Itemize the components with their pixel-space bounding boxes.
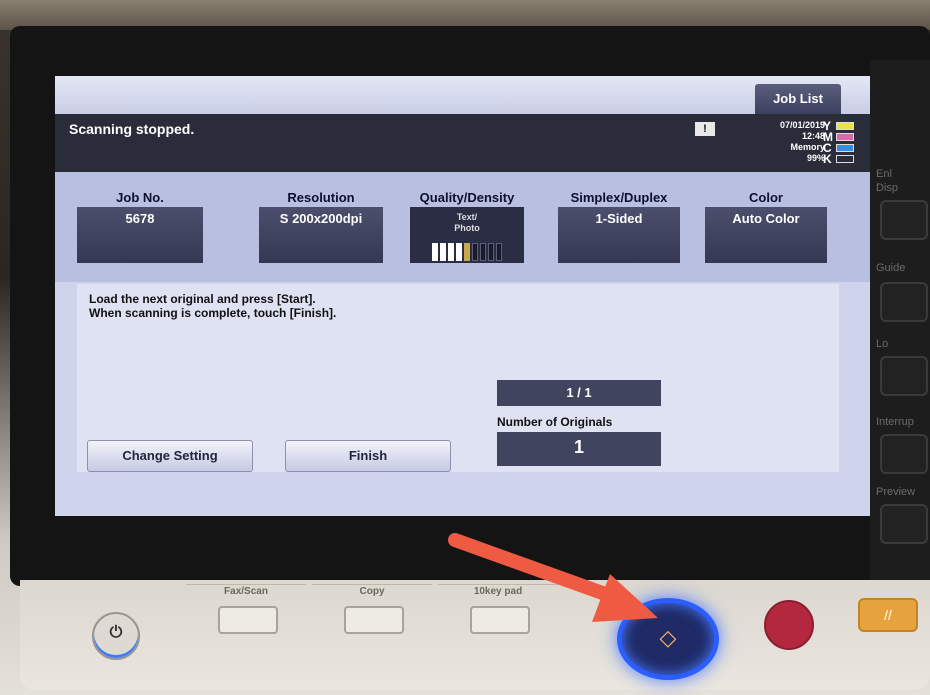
annotation-arrow-icon [448,533,658,622]
